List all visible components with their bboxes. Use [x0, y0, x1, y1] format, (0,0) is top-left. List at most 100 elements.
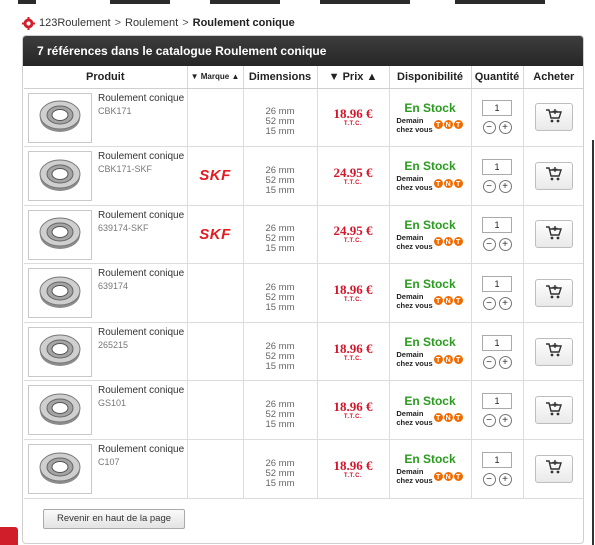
brand-cell: SKF [187, 205, 244, 265]
brand-cell [187, 439, 244, 499]
add-to-cart-icon [545, 225, 563, 244]
catalogue-panel: 7 références dans le catalogue Roulement… [22, 35, 584, 544]
delivery-day: Demain [396, 174, 424, 184]
add-to-cart-button[interactable] [534, 103, 573, 132]
sort-price-header[interactable]: ▼ Prix ▲ [317, 66, 390, 89]
quantity-decrease-button[interactable]: − [482, 472, 496, 486]
tnt-letter: T [432, 353, 444, 365]
delivery-info: Demain chez vous T N T [390, 292, 471, 310]
dimension-width: 15 mm [265, 126, 295, 138]
quantity-increase-button[interactable]: + [498, 179, 512, 193]
product-cell: Roulement conique GS101 [24, 380, 188, 441]
product-reference: C107 [98, 457, 120, 468]
quantity-increase-button[interactable]: + [498, 472, 512, 486]
breadcrumb-link-home[interactable]: 123Roulement [39, 17, 111, 29]
breadcrumb-separator: > [114, 17, 121, 29]
back-to-top-button[interactable]: Revenir en haut de la page [43, 509, 185, 529]
delivery-day: Demain [396, 467, 424, 477]
scrollbar-edge [592, 140, 594, 545]
delivery-day: Demain [396, 350, 424, 360]
quantity-increase-button[interactable]: + [498, 414, 512, 428]
quantity-increase-button[interactable]: + [498, 297, 512, 311]
product-image[interactable] [28, 326, 92, 377]
nav-segment [320, 0, 410, 4]
product-name-link[interactable]: Roulement conique [98, 209, 184, 222]
top-nav-strip [0, 0, 595, 6]
tnt-letter: T [432, 470, 444, 482]
quantity-input[interactable]: 1 [482, 393, 512, 410]
quantity-input[interactable]: 1 [482, 276, 512, 293]
add-to-cart-button[interactable] [534, 279, 573, 308]
product-cell: Roulement conique CBK171-SKF [24, 146, 188, 206]
availability-cell: En Stock Demain chez vous T N T [389, 322, 472, 382]
delivery-place: chez vous [396, 300, 433, 310]
quantity-input[interactable]: 1 [482, 100, 512, 117]
product-image[interactable] [28, 92, 92, 143]
quantity-cell: 1 − + [471, 380, 524, 441]
breadcrumb-link-category[interactable]: Roulement [125, 17, 178, 29]
quantity-decrease-button[interactable]: − [482, 414, 496, 428]
add-to-cart-button[interactable] [534, 161, 573, 190]
price-value: 18.96 € [333, 340, 373, 356]
product-image[interactable] [28, 385, 92, 436]
tnt-logo-icon: T N T [432, 353, 464, 365]
product-name-link[interactable]: Roulement conique [98, 326, 184, 339]
price-value: 24.95 € [333, 164, 373, 180]
table-header-row: Produit ▼ Marque ▲ Dimensions ▼ Prix ▲ D… [24, 66, 583, 89]
product-cell: Roulement conique CBK171 [24, 88, 188, 148]
add-to-cart-button[interactable] [534, 396, 573, 425]
product-image[interactable] [28, 268, 92, 319]
quantity-increase-button[interactable]: + [498, 121, 512, 135]
product-reference: CBK171-SKF [98, 164, 153, 175]
quantity-decrease-button[interactable]: − [482, 297, 496, 311]
dimensions-cell: 26 mm 52 mm 15 mm [243, 146, 318, 206]
delivery-day: Demain [396, 115, 424, 125]
nav-segment [210, 0, 280, 4]
price-value: 18.96 € [333, 457, 373, 473]
tnt-logo-icon: T N T [432, 412, 464, 424]
quantity-cell: 1 − + [471, 322, 524, 382]
product-image[interactable] [28, 444, 92, 495]
dimension-width: 15 mm [265, 302, 295, 314]
dimension-width: 15 mm [265, 184, 295, 196]
quantity-decrease-button[interactable]: − [482, 238, 496, 252]
stock-status: En Stock [404, 393, 456, 408]
add-to-cart-icon [545, 166, 563, 185]
tapered-bearing-icon [36, 448, 84, 491]
table-row: Roulement conique C107 26 mm 52 mm 15 mm… [24, 439, 583, 499]
dimension-width: 15 mm [265, 419, 295, 431]
tnt-letter: T [452, 236, 464, 248]
tnt-letter: T [432, 119, 444, 131]
quantity-decrease-button[interactable]: − [482, 355, 496, 369]
product-name-link[interactable]: Roulement conique [98, 267, 184, 280]
quantity-increase-button[interactable]: + [498, 238, 512, 252]
price-cell: 18.96 € T.T.C. [317, 88, 390, 148]
quantity-decrease-button[interactable]: − [482, 179, 496, 193]
product-name-link[interactable]: Roulement conique [98, 443, 184, 456]
quantity-increase-button[interactable]: + [498, 355, 512, 369]
sort-brand-header[interactable]: ▼ Marque ▲ [187, 66, 244, 89]
quantity-decrease-button[interactable]: − [482, 121, 496, 135]
quantity-cell: 1 − + [471, 205, 524, 265]
add-to-cart-button[interactable] [534, 337, 573, 366]
product-name-link[interactable]: Roulement conique [98, 92, 184, 105]
add-to-cart-button[interactable] [534, 220, 573, 249]
dimensions-cell: 26 mm 52 mm 15 mm [243, 205, 318, 265]
buy-cell [523, 322, 583, 382]
quantity-input[interactable]: 1 [482, 158, 512, 175]
quantity-input[interactable]: 1 [482, 217, 512, 234]
tapered-bearing-icon [36, 213, 84, 256]
quantity-input[interactable]: 1 [482, 451, 512, 468]
quantity-input[interactable]: 1 [482, 334, 512, 351]
product-image[interactable] [28, 151, 92, 202]
product-image[interactable] [28, 209, 92, 260]
add-to-cart-button[interactable] [534, 454, 573, 483]
tnt-logo-icon: T N T [432, 295, 464, 307]
product-name-link[interactable]: Roulement conique [98, 150, 184, 163]
product-name-link[interactable]: Roulement conique [98, 384, 184, 397]
tnt-letter: T [452, 119, 464, 131]
price-tax-label: T.T.C. [343, 179, 363, 186]
side-tab[interactable] [0, 527, 18, 545]
delivery-day: Demain [396, 408, 424, 418]
availability-cell: En Stock Demain chez vous T N T [389, 146, 472, 206]
